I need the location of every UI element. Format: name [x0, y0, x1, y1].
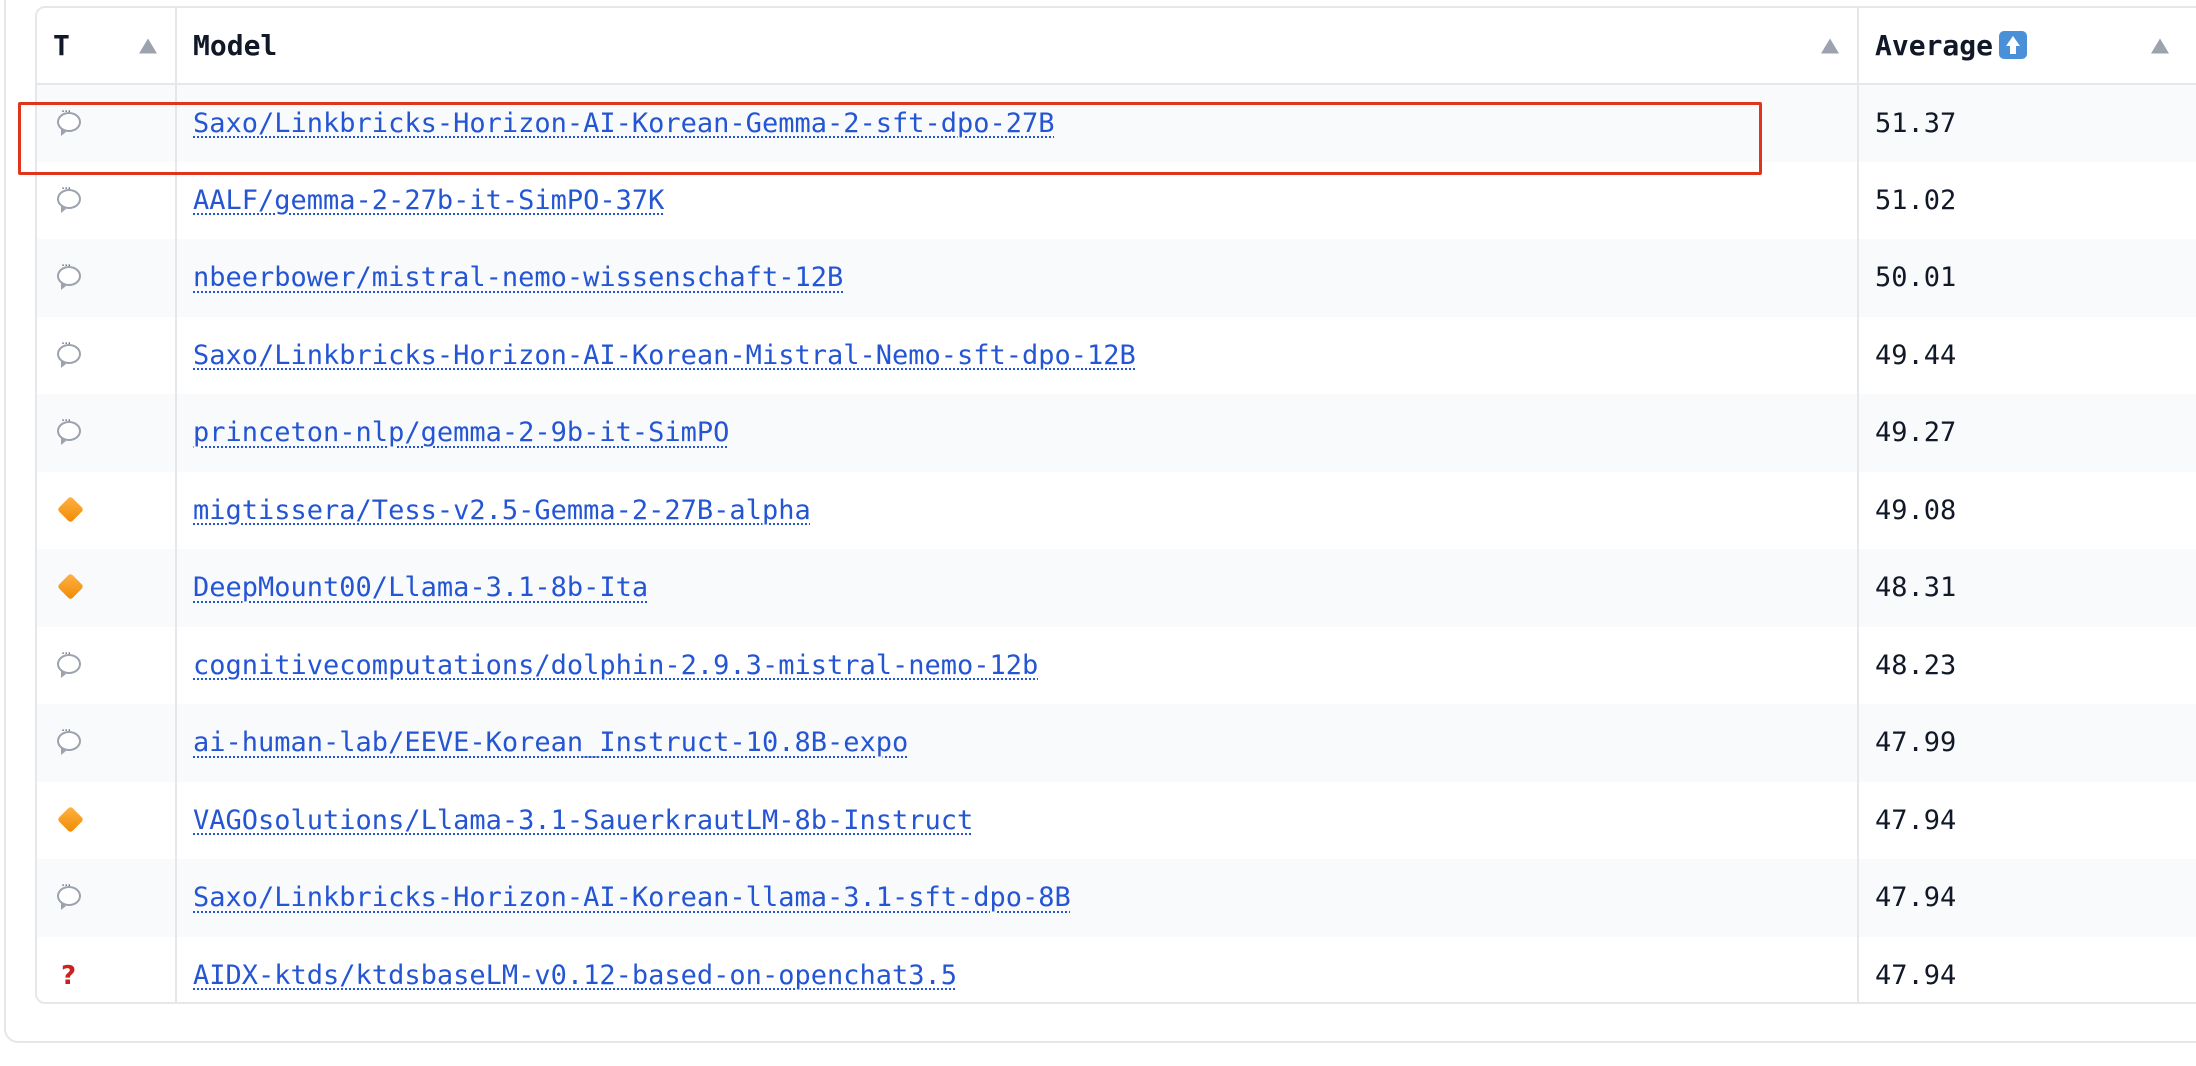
model-cell: DeepMount00/Llama-3.1-8b-Ita — [175, 549, 1858, 627]
table-row[interactable]: migtissera/Tess-v2.5-Gemma-2-27B-alpha 49… — [37, 471, 2196, 549]
question-mark-icon: ? — [61, 960, 77, 991]
model-cell: ai-human-lab/EEVE-Korean_Instruct-10.8B-… — [175, 704, 1858, 782]
average-cell: 49.08 — [1857, 471, 2196, 549]
column-header-average[interactable]: Average — [1857, 8, 2196, 85]
chat-icon — [57, 259, 81, 291]
leaderboard-table: T Model Average Saxo/Linkbricks-Horizon-… — [37, 8, 2196, 1002]
model-link[interactable]: ai-human-lab/EEVE-Korean_Instruct-10.8B-… — [193, 727, 908, 758]
sort-arrow-icon[interactable] — [2151, 38, 2169, 53]
leaderboard-table-frame: T Model Average Saxo/Linkbricks-Horizon-… — [35, 6, 2196, 1004]
up-arrow-emoji-icon — [1999, 31, 2028, 59]
diamond-icon — [57, 805, 84, 833]
column-header-type-label: T — [53, 29, 70, 62]
type-cell — [37, 781, 176, 859]
column-header-type[interactable]: T — [37, 8, 176, 85]
average-cell: 48.23 — [1857, 626, 2196, 704]
model-link[interactable]: nbeerbower/mistral-nemo-wissenschaft-12B — [193, 262, 843, 293]
model-link[interactable]: AALF/gemma-2-27b-it-SimPO-37K — [193, 185, 664, 216]
model-link[interactable]: Saxo/Linkbricks-Horizon-AI-Korean-Mistra… — [193, 340, 1136, 371]
column-header-average-label: Average — [1875, 29, 1994, 62]
average-cell: 47.94 — [1857, 859, 2196, 937]
model-cell: VAGOsolutions/Llama-3.1-SauerkrautLM-8b-… — [175, 781, 1858, 859]
table-row[interactable]: ? AIDX-ktds/ktdsbaseLM-v0.12-based-on-ope… — [37, 936, 2196, 1002]
chat-icon — [57, 724, 81, 756]
chat-icon — [57, 879, 81, 911]
model-link[interactable]: Saxo/Linkbricks-Horizon-AI-Korean-Gemma-… — [193, 108, 1055, 139]
average-cell: 51.02 — [1857, 161, 2196, 239]
table-row[interactable]: nbeerbower/mistral-nemo-wissenschaft-12B… — [37, 239, 2196, 317]
average-cell: 47.94 — [1857, 781, 2196, 859]
model-link[interactable]: AIDX-ktds/ktdsbaseLM-v0.12-based-on-open… — [193, 960, 957, 991]
average-cell: 51.37 — [1857, 84, 2196, 162]
type-cell — [37, 549, 176, 627]
sort-arrow-icon[interactable] — [1821, 38, 1839, 53]
chat-icon — [57, 105, 81, 136]
model-cell: AIDX-ktds/ktdsbaseLM-v0.12-based-on-open… — [175, 936, 1858, 1002]
model-link[interactable]: princeton-nlp/gemma-2-9b-it-SimPO — [193, 417, 729, 448]
type-cell — [37, 161, 176, 239]
model-cell: Saxo/Linkbricks-Horizon-AI-Korean-Gemma-… — [175, 84, 1858, 162]
table-row[interactable]: ai-human-lab/EEVE-Korean_Instruct-10.8B-… — [37, 704, 2196, 782]
sort-arrow-icon[interactable] — [139, 38, 157, 53]
table-header-row: T Model Average — [37, 8, 2196, 85]
type-cell: ? — [37, 936, 176, 1002]
type-cell — [37, 239, 176, 317]
average-cell: 49.44 — [1857, 316, 2196, 394]
chat-icon — [57, 414, 81, 446]
average-cell: 47.99 — [1857, 704, 2196, 782]
model-cell: Saxo/Linkbricks-Horizon-AI-Korean-Mistra… — [175, 316, 1858, 394]
chat-icon — [57, 647, 81, 678]
type-cell — [37, 394, 176, 472]
model-cell: princeton-nlp/gemma-2-9b-it-SimPO — [175, 394, 1858, 472]
model-link[interactable]: Saxo/Linkbricks-Horizon-AI-Korean-llama-… — [193, 882, 1071, 913]
diamond-icon — [57, 495, 84, 523]
model-link[interactable]: cognitivecomputations/dolphin-2.9.3-mist… — [193, 650, 1038, 681]
type-cell — [37, 471, 176, 549]
type-cell — [37, 84, 176, 162]
chat-icon — [57, 182, 81, 213]
type-cell — [37, 859, 176, 937]
average-cell: 47.94 — [1857, 936, 2196, 1002]
chat-icon — [57, 337, 81, 368]
table-row[interactable]: Saxo/Linkbricks-Horizon-AI-Korean-Mistra… — [37, 316, 2196, 394]
table-row[interactable]: Saxo/Linkbricks-Horizon-AI-Korean-llama-… — [37, 859, 2196, 937]
average-cell: 48.31 — [1857, 549, 2196, 627]
type-cell — [37, 704, 176, 782]
diamond-icon — [57, 573, 84, 601]
average-cell: 50.01 — [1857, 239, 2196, 317]
table-row[interactable]: DeepMount00/Llama-3.1-8b-Ita 48.31 — [37, 549, 2196, 627]
table-body: Saxo/Linkbricks-Horizon-AI-Korean-Gemma-… — [37, 84, 2196, 1002]
table-row[interactable]: princeton-nlp/gemma-2-9b-it-SimPO 49.27 — [37, 394, 2196, 472]
model-link[interactable]: migtissera/Tess-v2.5-Gemma-2-27B-alpha — [193, 495, 811, 526]
model-cell: nbeerbower/mistral-nemo-wissenschaft-12B — [175, 239, 1858, 317]
model-cell: cognitivecomputations/dolphin-2.9.3-mist… — [175, 626, 1858, 704]
model-cell: AALF/gemma-2-27b-it-SimPO-37K — [175, 161, 1858, 239]
table-row[interactable]: cognitivecomputations/dolphin-2.9.3-mist… — [37, 626, 2196, 704]
model-cell: Saxo/Linkbricks-Horizon-AI-Korean-llama-… — [175, 859, 1858, 937]
leaderboard-panel: T Model Average Saxo/Linkbricks-Horizon-… — [4, 0, 2196, 1043]
type-cell — [37, 626, 176, 704]
column-header-model[interactable]: Model — [175, 8, 1858, 85]
model-link[interactable]: DeepMount00/Llama-3.1-8b-Ita — [193, 572, 648, 603]
table-row[interactable]: AALF/gemma-2-27b-it-SimPO-37K 51.02 — [37, 161, 2196, 239]
average-cell: 49.27 — [1857, 394, 2196, 472]
type-cell — [37, 316, 176, 394]
model-cell: migtissera/Tess-v2.5-Gemma-2-27B-alpha — [175, 471, 1858, 549]
table-row[interactable]: VAGOsolutions/Llama-3.1-SauerkrautLM-8b-… — [37, 781, 2196, 859]
table-row[interactable]: Saxo/Linkbricks-Horizon-AI-Korean-Gemma-… — [37, 84, 2196, 162]
model-link[interactable]: VAGOsolutions/Llama-3.1-SauerkrautLM-8b-… — [193, 805, 973, 836]
column-header-model-label: Model — [193, 29, 278, 62]
